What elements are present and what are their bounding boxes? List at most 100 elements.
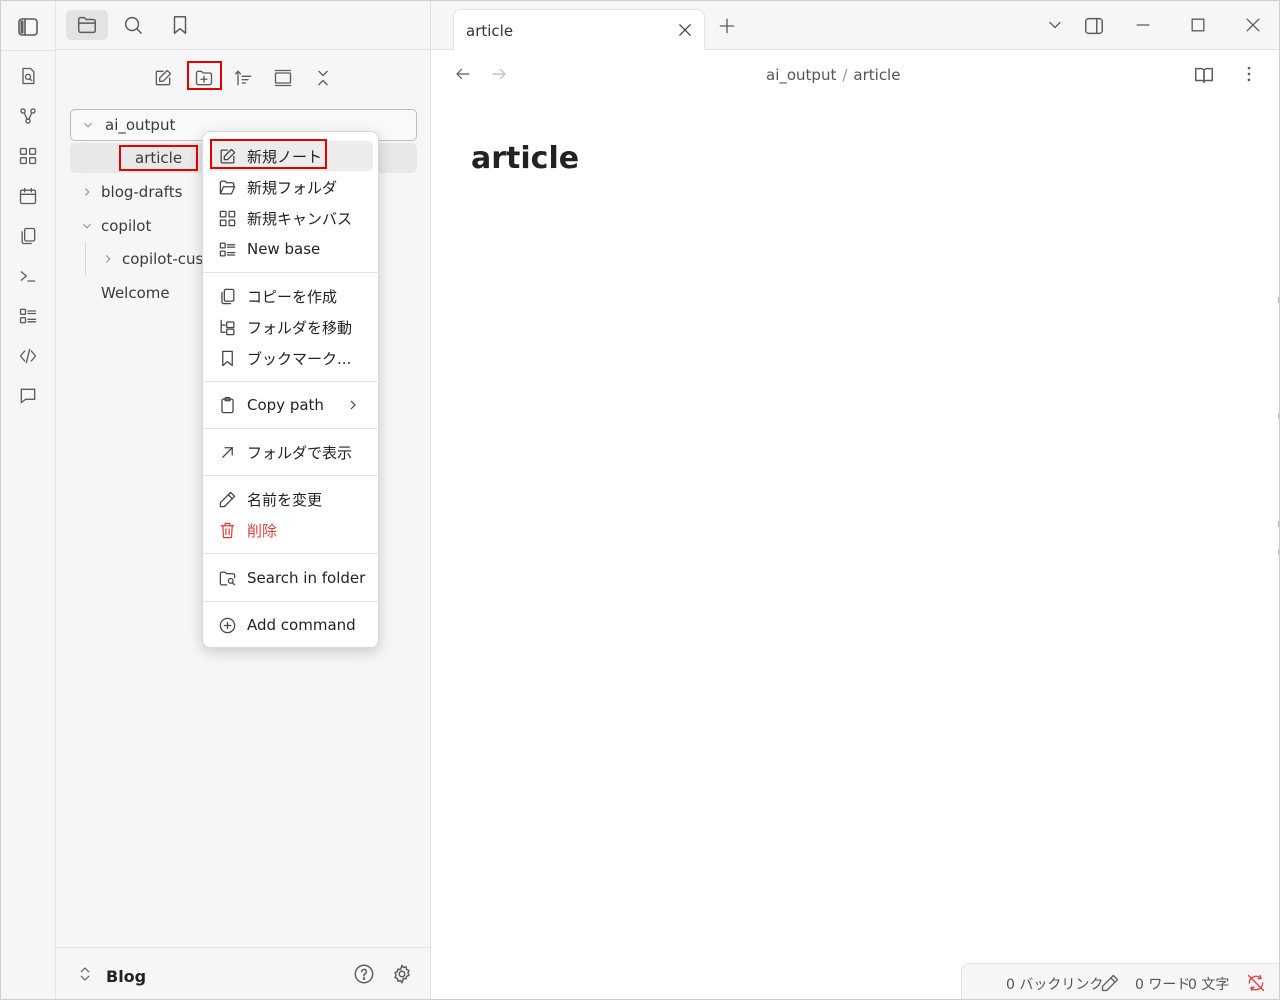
menu-item-move-folder[interactable]: フォルダを移動: [210, 312, 373, 342]
tree-item-label: blog-drafts: [101, 183, 183, 201]
highlight-new-folder-button: [187, 61, 222, 90]
chevron-updown-icon[interactable]: [76, 965, 94, 983]
file-explorer-toolbar: [56, 59, 431, 95]
new-tab-icon[interactable]: [717, 16, 737, 36]
tab-bar: article: [431, 1, 1279, 50]
status-bar: 0 バックリンク 0 ワード 0 文字: [961, 963, 1279, 999]
toggle-right-sidebar-icon[interactable]: [1083, 15, 1105, 37]
gear-icon[interactable]: [391, 963, 413, 985]
menu-separator: [203, 475, 380, 476]
chevron-down-icon: [78, 219, 96, 233]
tree-item-label: ai_output: [105, 116, 176, 134]
tab-article[interactable]: article: [453, 9, 705, 50]
tree-item-label: Welcome: [101, 284, 170, 302]
tree-item-label: copilot-cus: [122, 250, 204, 268]
menu-item-label: 名前を変更: [247, 490, 323, 509]
auto-reveal-button[interactable]: [268, 63, 298, 93]
calendar-icon[interactable]: [18, 186, 40, 208]
toggle-sidebar-icon[interactable]: [16, 15, 40, 39]
left-ribbon: [1, 1, 56, 999]
breadcrumb-file[interactable]: article: [853, 66, 900, 84]
menu-item-label: 新規フォルダ: [247, 178, 338, 197]
menu-item-new-canvas[interactable]: 新規キャンバス: [210, 203, 373, 233]
folder-icon: [76, 14, 98, 36]
tab-bookmarks[interactable]: [159, 10, 201, 40]
menu-item-new-folder[interactable]: 新規フォルダ: [210, 172, 373, 202]
menu-item-copy-path[interactable]: Copy path: [210, 390, 373, 420]
menu-separator: [203, 553, 380, 554]
menu-item-delete[interactable]: 削除: [210, 515, 373, 545]
menu-item-search-in-folder[interactable]: Search in folder: [210, 563, 373, 593]
menu-item-show-in-folder[interactable]: フォルダで表示: [210, 437, 373, 467]
terminal-icon[interactable]: [18, 266, 40, 288]
tab-files[interactable]: [66, 10, 108, 40]
tab-title: article: [466, 22, 514, 40]
menu-item-make-copy[interactable]: コピーを作成: [210, 281, 373, 311]
vault-switcher-bar: Blog: [56, 947, 431, 999]
menu-item-label: Copy path: [247, 396, 324, 414]
panel-icon: [273, 68, 293, 88]
status-char-count: 0 文字: [1188, 977, 1230, 993]
status-backlinks[interactable]: 0 バックリンク: [1006, 974, 1103, 994]
graph-view-icon[interactable]: [18, 106, 40, 128]
view-header: ai_output / article: [431, 51, 1279, 99]
chat-icon[interactable]: [18, 386, 40, 408]
pencil-icon: [214, 490, 240, 509]
canvas-icon: [214, 209, 240, 228]
window-close-icon[interactable]: [1243, 15, 1263, 35]
menu-separator: [203, 601, 380, 602]
vault-name[interactable]: Blog: [106, 967, 146, 986]
plus-circle-icon: [214, 616, 240, 635]
arrow-up-right-icon: [214, 443, 240, 462]
minimize-icon[interactable]: [1133, 15, 1153, 35]
copy-icon: [214, 287, 240, 306]
tab-list-chevron-icon[interactable]: [1045, 15, 1065, 35]
menu-item-label: 削除: [247, 521, 278, 540]
menu-item-bookmark[interactable]: ブックマーク...: [210, 343, 373, 373]
menu-item-new-base[interactable]: New base: [210, 234, 373, 264]
menu-item-label: 新規キャンバス: [247, 209, 353, 228]
pencil-icon[interactable]: [1100, 973, 1120, 993]
forward-arrow-icon[interactable]: [490, 65, 508, 83]
help-icon[interactable]: [353, 963, 375, 985]
folder-tree-icon: [214, 318, 240, 337]
ribbon-divider: [1, 50, 56, 51]
bases-icon: [214, 240, 240, 259]
back-arrow-icon[interactable]: [454, 65, 472, 83]
chevron-right-icon: [78, 185, 96, 199]
close-icon[interactable]: [676, 21, 694, 39]
quick-switcher-icon[interactable]: [18, 66, 40, 88]
document-title[interactable]: article: [471, 141, 579, 176]
sort-button[interactable]: [228, 63, 258, 93]
bases-icon[interactable]: [18, 306, 40, 328]
more-options-icon[interactable]: [1239, 64, 1259, 84]
maximize-icon[interactable]: [1188, 15, 1208, 35]
folder-open-icon: [214, 178, 240, 197]
chevron-down-icon: [79, 118, 97, 132]
code-icon[interactable]: [18, 346, 40, 368]
menu-item-label: フォルダで表示: [247, 443, 353, 462]
sidebar-tab-bar: [56, 1, 431, 50]
menu-separator: [203, 272, 380, 273]
menu-item-rename[interactable]: 名前を変更: [210, 484, 373, 514]
canvas-icon[interactable]: [18, 146, 40, 168]
trash-icon: [214, 521, 240, 540]
app-window: ai_output article blog-drafts copilot co…: [0, 0, 1280, 1000]
menu-item-label: フォルダを移動: [247, 318, 353, 337]
templates-icon[interactable]: [18, 226, 40, 248]
tab-search[interactable]: [112, 10, 154, 40]
breadcrumb: ai_output / article: [766, 66, 900, 84]
bookmark-icon: [169, 14, 191, 36]
reading-view-icon[interactable]: [1193, 64, 1215, 86]
menu-item-label: コピーを作成: [247, 287, 338, 306]
new-note-button[interactable]: [148, 63, 178, 93]
breadcrumb-folder[interactable]: ai_output: [766, 66, 836, 84]
tree-item-label: article: [118, 145, 199, 171]
clipboard-icon: [214, 396, 240, 415]
sync-off-icon[interactable]: [1246, 973, 1266, 993]
menu-item-label: Search in folder: [247, 569, 366, 587]
menu-separator: [203, 428, 380, 429]
collapse-all-button[interactable]: [308, 63, 338, 93]
menu-item-add-command[interactable]: Add command: [210, 610, 373, 640]
tree-item-label: copilot: [101, 217, 152, 235]
